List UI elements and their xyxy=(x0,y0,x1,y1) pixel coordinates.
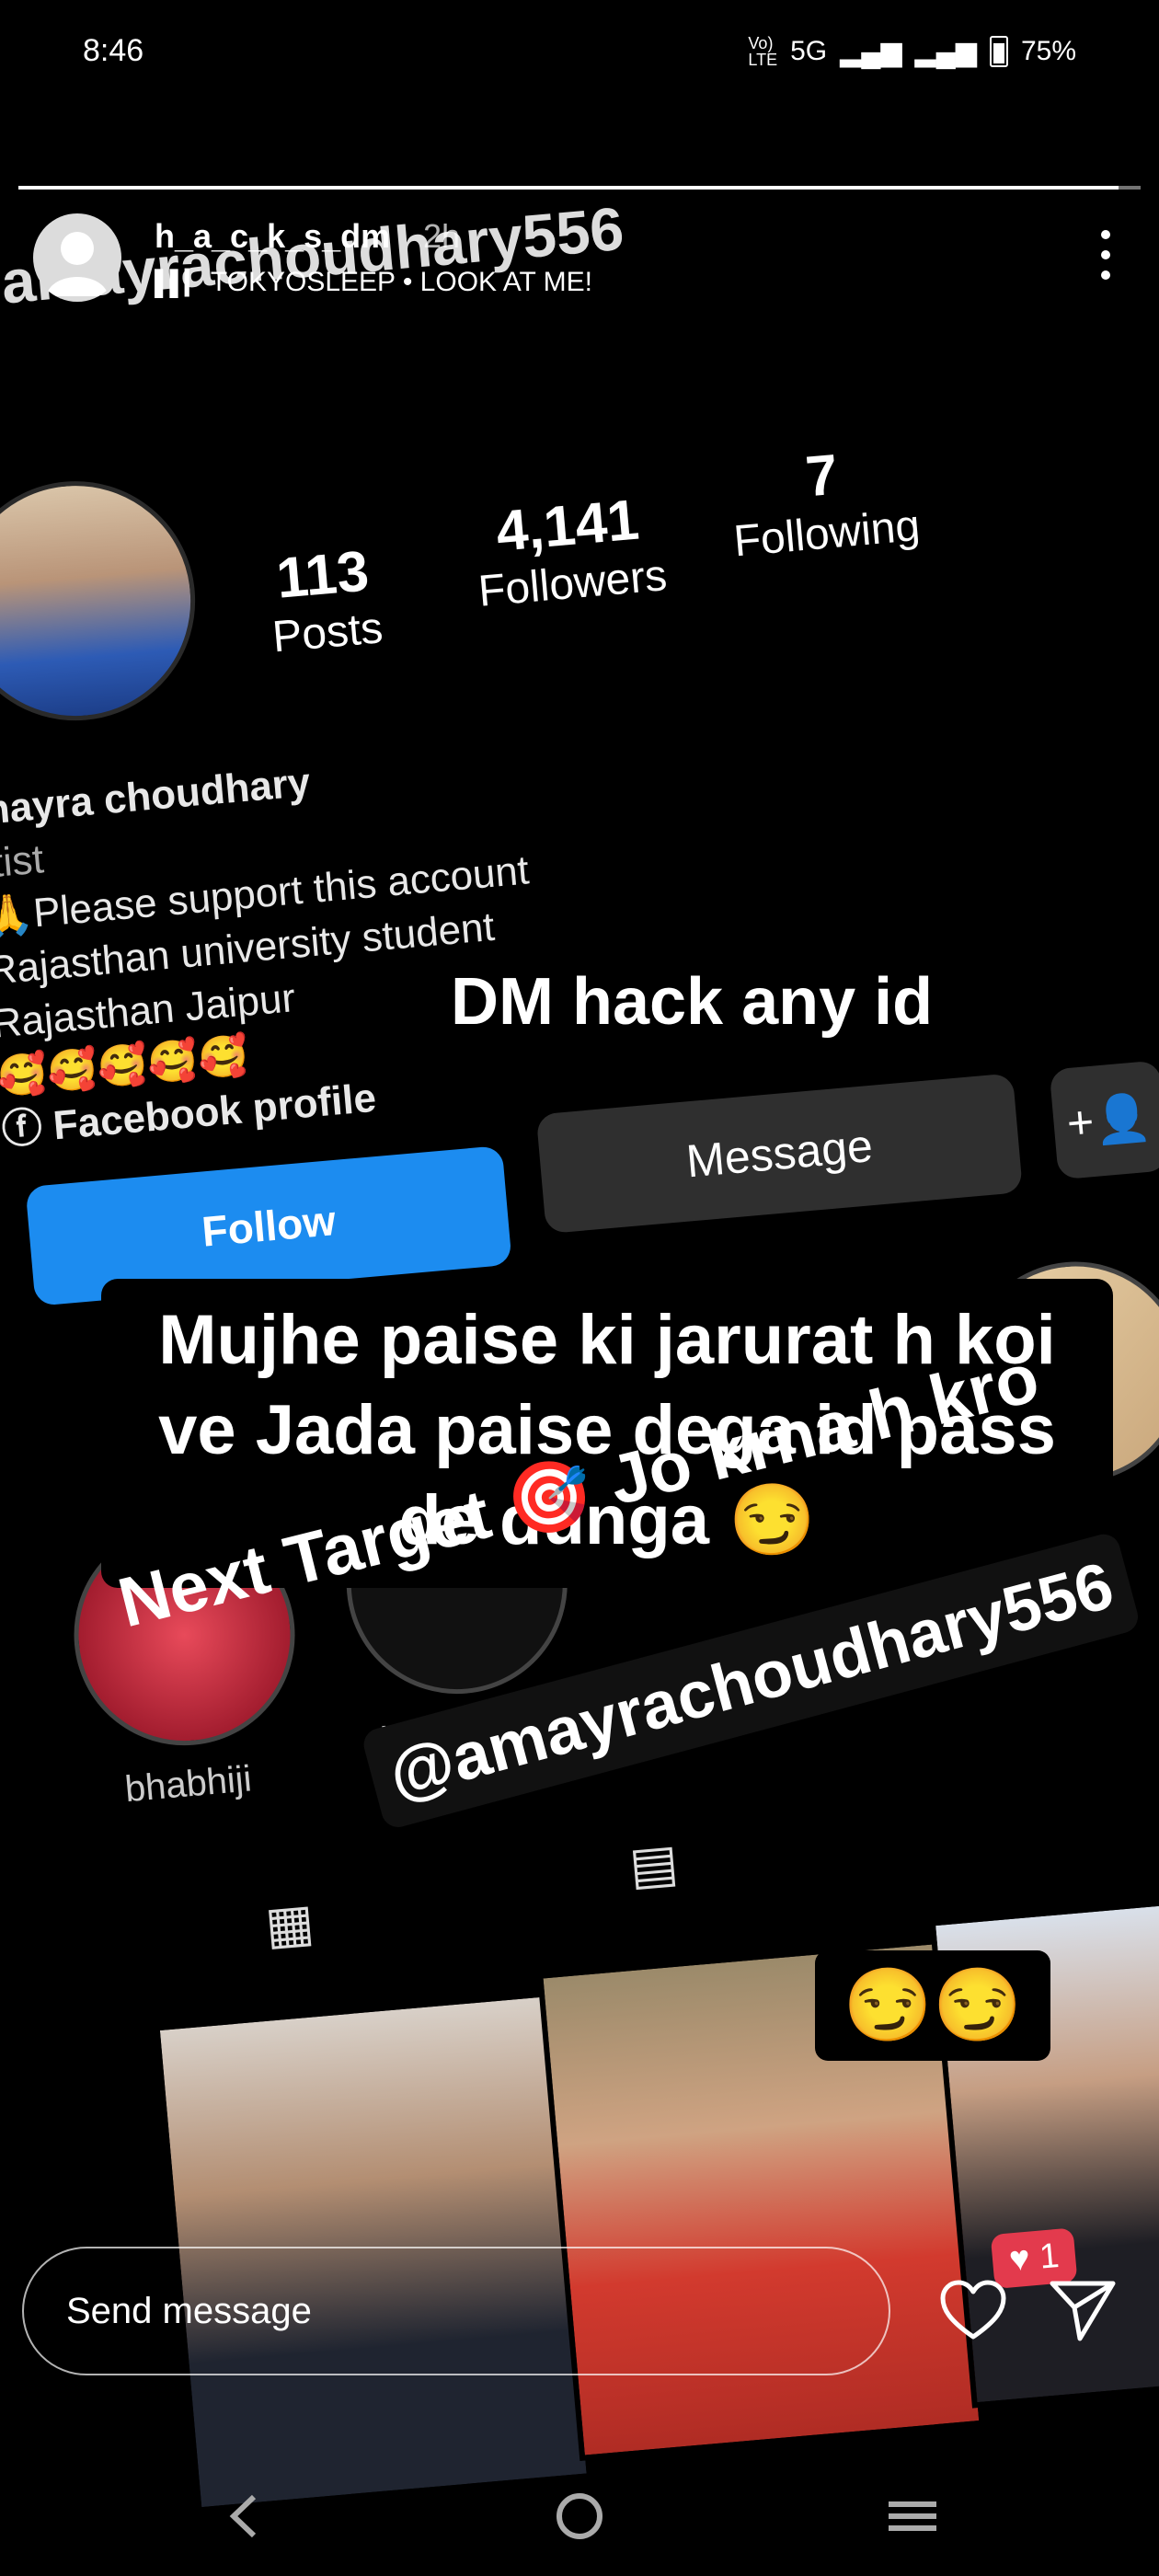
emoji-sticker: 😏😏 xyxy=(815,1950,1050,2061)
stat-followers: 4,141 Followers xyxy=(445,483,694,619)
pray-icon: 🙏 xyxy=(0,891,36,941)
battery-percent: 75% xyxy=(1020,36,1076,66)
story-avatar[interactable] xyxy=(33,213,121,302)
heart-icon[interactable] xyxy=(940,2280,1006,2340)
story-progress-fill xyxy=(18,186,1119,190)
recents-icon[interactable] xyxy=(885,2484,940,2548)
facebook-icon: ⓕ xyxy=(0,1103,56,1154)
signal-icon: ▂▄▆ xyxy=(840,36,902,67)
more-options-icon[interactable] xyxy=(1100,230,1111,280)
like-count: 1 xyxy=(1038,2236,1061,2277)
home-icon[interactable] xyxy=(554,2484,605,2548)
story-username[interactable]: h_a_c_k_s_dm xyxy=(155,217,390,256)
stat-following: 7 Following xyxy=(700,433,948,569)
story-time-ago: 2h xyxy=(423,217,461,255)
story-media: amayrachoudhary556 113 Posts 4,141 Follo… xyxy=(0,113,1159,2513)
network-label: 5G xyxy=(790,36,828,66)
music-bars-icon: ▌▌▎ xyxy=(155,268,203,296)
message-button: Message xyxy=(535,1073,1024,1235)
highlight-label: bhabhiji xyxy=(123,1758,254,1811)
profile-bio: mayra choudhary rtist 🙏Please support th… xyxy=(0,738,550,1157)
story-music[interactable]: ▌▌▎ TOKYOSLEEP • LOOK AT ME! xyxy=(155,267,592,298)
default-avatar-icon xyxy=(46,232,109,296)
reels-icon: ▤ xyxy=(626,1833,681,1895)
story-progress-bar xyxy=(18,186,1141,190)
status-icons: Vo) LTE 5G ▂▄▆ ▂▄▆ 75% xyxy=(748,35,1076,68)
send-icon[interactable] xyxy=(1049,2278,1117,2342)
send-message-placeholder: Send message xyxy=(66,2291,312,2331)
stat-posts: 113 Posts xyxy=(219,534,430,667)
battery-icon xyxy=(989,36,1008,67)
dm-hack-text: DM hack any id xyxy=(451,965,934,1039)
status-time: 8:46 xyxy=(83,33,144,68)
back-icon[interactable] xyxy=(221,2484,267,2548)
music-title: TOKYOSLEEP • LOOK AT ME! xyxy=(210,267,592,297)
add-user-icon: +👤 xyxy=(1049,1060,1159,1180)
grid-icon: ▦ xyxy=(262,1892,316,1955)
volte-icon: Vo) LTE xyxy=(748,34,778,69)
signal-icon: ▂▄▆ xyxy=(914,36,977,67)
profile-avatar xyxy=(0,471,205,730)
